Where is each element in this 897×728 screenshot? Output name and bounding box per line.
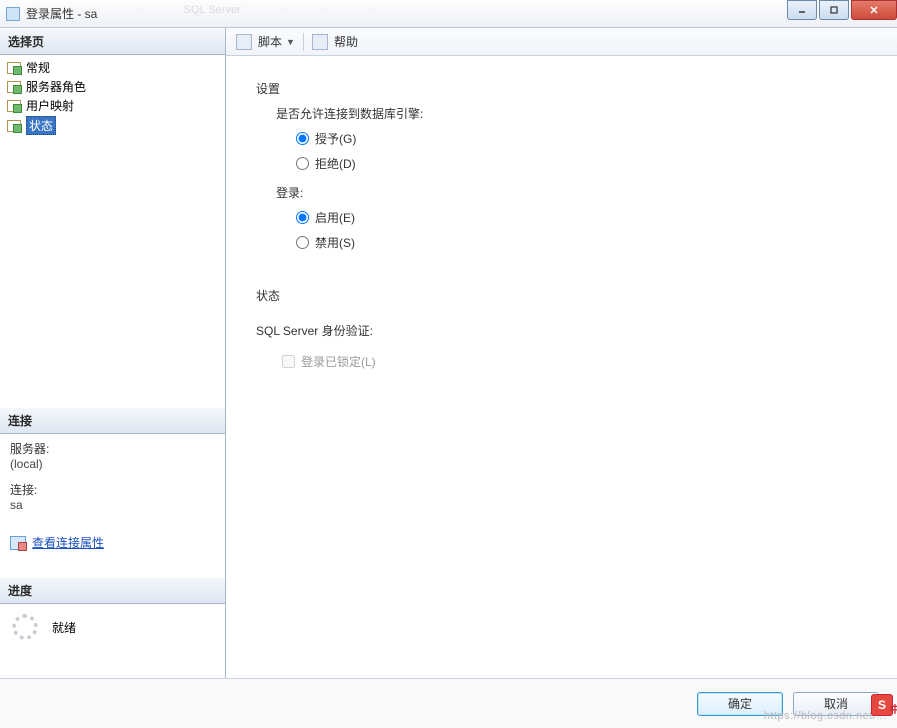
app-icon (6, 7, 20, 21)
help-button[interactable]: 帮助 (334, 33, 358, 50)
page-icon (6, 99, 22, 113)
enable-label: 启用(E) (315, 209, 355, 226)
locked-label: 登录已锁定(L) (301, 353, 376, 370)
script-button[interactable]: 脚本 (258, 33, 282, 50)
progress-box: 就绪 (0, 604, 225, 650)
ime-badge[interactable]: S 中 (871, 694, 893, 716)
content-toolbar: 脚本 ▼ 帮助 (226, 28, 897, 56)
ime-badge-letter: S (878, 698, 886, 712)
minimize-button[interactable] (787, 0, 817, 20)
server-value: (local) (10, 457, 215, 471)
disable-radio[interactable] (296, 236, 309, 249)
nav-label: 常规 (26, 59, 50, 76)
window-controls (785, 0, 897, 20)
view-connection-link[interactable]: 查看连接属性 (32, 534, 104, 551)
title-bar: 登录属性 - sa ·SQL Server··· (0, 0, 897, 28)
deny-radio-row[interactable]: 拒绝(D) (296, 155, 867, 172)
ime-lang: 中 (890, 701, 897, 716)
login-label: 登录: (276, 184, 867, 201)
cancel-button[interactable]: 取消 (793, 692, 879, 716)
background-tabs: ·SQL Server··· (140, 4, 372, 16)
enable-radio[interactable] (296, 211, 309, 224)
dialog-footer: 确定 取消 (0, 678, 897, 728)
page-icon (6, 119, 22, 133)
deny-label: 拒绝(D) (315, 155, 356, 172)
disable-label: 禁用(S) (315, 234, 355, 251)
grant-radio-row[interactable]: 授予(G) (296, 130, 867, 147)
page-icon (6, 61, 22, 75)
grant-label: 授予(G) (315, 130, 356, 147)
connection-info: 服务器: (local) 连接: sa (0, 434, 225, 528)
maximize-button[interactable] (819, 0, 849, 20)
dropdown-arrow-icon[interactable]: ▼ (286, 37, 295, 47)
connection-value: sa (10, 498, 215, 512)
form-area: 设置 是否允许连接到数据库引擎: 授予(G) 拒绝(D) 登录: 启用(E) (226, 56, 897, 406)
enable-radio-row[interactable]: 启用(E) (296, 209, 867, 226)
nav-item-general[interactable]: 常规 (4, 58, 221, 77)
ok-button[interactable]: 确定 (697, 692, 783, 716)
toolbar-separator (303, 33, 304, 51)
page-icon (6, 80, 22, 94)
nav-item-user-mapping[interactable]: 用户映射 (4, 96, 221, 115)
nav-label: 服务器角色 (26, 78, 86, 95)
script-icon (236, 34, 252, 50)
status-section-label: 状态 (256, 287, 867, 304)
nav-label: 用户映射 (26, 97, 74, 114)
locked-checkbox (282, 355, 295, 368)
nav-item-status[interactable]: 状态 (4, 115, 221, 136)
settings-section-label: 设置 (256, 80, 867, 97)
view-connection-properties[interactable]: 查看连接属性 (0, 528, 225, 557)
deny-radio[interactable] (296, 157, 309, 170)
help-icon (312, 34, 328, 50)
progress-status: 就绪 (52, 619, 76, 636)
content-area: 脚本 ▼ 帮助 设置 是否允许连接到数据库引擎: 授予(G) 拒绝(D) 登录: (226, 28, 897, 678)
connection-header: 连接 (0, 407, 225, 434)
select-page-header: 选择页 (0, 28, 225, 55)
spinner-icon (12, 614, 38, 640)
nav-label: 状态 (26, 116, 56, 135)
sql-auth-label: SQL Server 身份验证: (256, 322, 867, 339)
connection-label: 连接: (10, 481, 215, 498)
nav-item-server-roles[interactable]: 服务器角色 (4, 77, 221, 96)
sidebar: 选择页 常规 服务器角色 用户映射 状态 连接 服务器: (0, 28, 226, 678)
progress-header: 进度 (0, 577, 225, 604)
server-label: 服务器: (10, 440, 215, 457)
connect-engine-label: 是否允许连接到数据库引擎: (276, 105, 867, 122)
disable-radio-row[interactable]: 禁用(S) (296, 234, 867, 251)
window-title: 登录属性 - sa (26, 5, 97, 22)
close-button[interactable] (851, 0, 897, 20)
grant-radio[interactable] (296, 132, 309, 145)
properties-icon (10, 536, 26, 550)
locked-checkbox-row: 登录已锁定(L) (282, 353, 867, 370)
page-nav: 常规 服务器角色 用户映射 状态 (0, 55, 225, 139)
